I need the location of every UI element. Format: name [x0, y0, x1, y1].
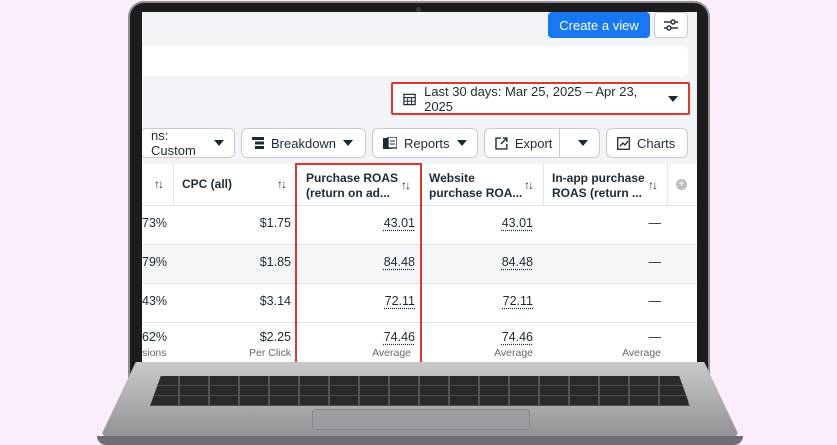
chevron-down-icon — [214, 140, 224, 146]
breakdown-label: Breakdown — [271, 135, 337, 151]
date-range-highlight — [391, 82, 690, 115]
laptop-base-lip — [97, 436, 743, 445]
chevron-down-icon — [343, 140, 354, 146]
reports-button[interactable]: Reports — [372, 128, 478, 158]
breakdown-button[interactable]: Breakdown — [241, 128, 366, 158]
sliders-icon — [664, 19, 678, 31]
export-button[interactable]: Export — [484, 128, 600, 158]
search-bar[interactable] — [142, 46, 688, 76]
export-menu-toggle[interactable] — [567, 140, 599, 146]
view-settings-button[interactable] — [654, 12, 688, 38]
sort-icon[interactable]: ↑↓ — [648, 178, 658, 192]
sort-icon[interactable]: ↑↓ — [524, 178, 534, 192]
reports-icon — [383, 136, 397, 149]
charts-label: Charts — [637, 135, 676, 151]
charts-button[interactable]: Charts — [606, 128, 688, 158]
columns-label: ns: Custom — [151, 128, 196, 158]
chart-icon — [617, 136, 630, 150]
sort-icon[interactable]: ↑↓ — [154, 177, 164, 191]
laptop-screen: Create a view Last 30 days: Mar 25, 2025… — [142, 12, 697, 376]
trackpad — [312, 409, 530, 430]
keyboard-rows — [150, 376, 690, 406]
add-column-icon[interactable]: + — [676, 179, 687, 190]
chevron-down-icon — [456, 140, 467, 146]
purchase-roas-highlight — [295, 163, 422, 376]
breakdown-icon — [252, 137, 264, 149]
create-view-button[interactable]: Create a view — [548, 12, 650, 38]
chevron-down-icon — [578, 140, 589, 146]
sort-icon[interactable]: ↑↓ — [277, 177, 287, 191]
export-label: Export — [514, 135, 553, 151]
divider — [559, 129, 561, 157]
export-icon — [495, 136, 508, 150]
columns-button[interactable]: ns: Custom — [142, 128, 235, 158]
reports-label: Reports — [404, 135, 450, 151]
